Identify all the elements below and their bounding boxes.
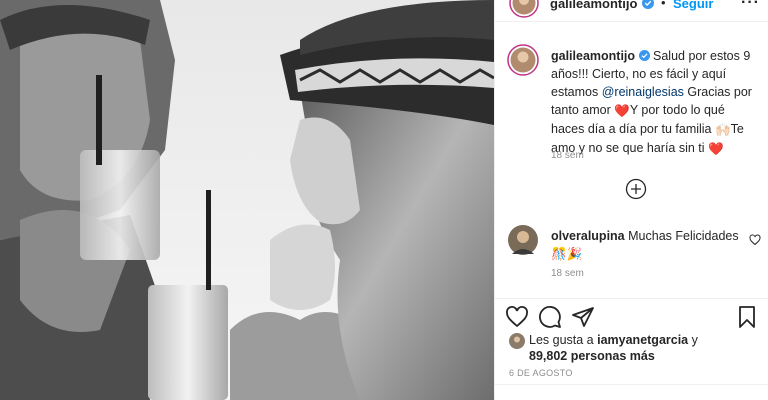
follow-button[interactable]: Seguir bbox=[673, 0, 713, 11]
heart-icon[interactable] bbox=[505, 305, 529, 329]
add-comment-area[interactable] bbox=[495, 384, 768, 400]
caption-mention-link[interactable]: @reinaiglesias bbox=[602, 85, 684, 99]
likes-count[interactable]: 89,802 personas más bbox=[529, 349, 655, 363]
post-header: galileamontijo • Seguir ··· bbox=[495, 0, 768, 22]
save-icon[interactable] bbox=[735, 305, 759, 329]
caption-text: galileamontijo Salud por estos 9 años!!!… bbox=[551, 47, 761, 158]
likes-summary: Les gusta a iamyanetgarcia y 89,802 pers… bbox=[495, 330, 768, 364]
comment-icon[interactable] bbox=[538, 305, 562, 329]
commenter-username[interactable]: olveralupina bbox=[551, 229, 625, 243]
load-more-icon[interactable] bbox=[625, 178, 647, 200]
comments-section: galileamontijo Salud por estos 9 años!!!… bbox=[495, 22, 768, 298]
more-options-icon[interactable]: ··· bbox=[741, 0, 760, 12]
comment-body: Muchas Felicidades bbox=[628, 229, 739, 243]
author-username[interactable]: galileamontijo bbox=[550, 0, 637, 11]
post-date[interactable]: 6 DE AGOSTO bbox=[509, 368, 573, 378]
like-comment-heart-icon[interactable] bbox=[749, 234, 761, 246]
likes-line-1: Les gusta a iamyanetgarcia y bbox=[529, 333, 698, 347]
caption-username[interactable]: galileamontijo bbox=[551, 49, 635, 63]
post-photo[interactable] bbox=[0, 0, 494, 400]
verified-badge-icon bbox=[638, 50, 650, 61]
commenter-avatar[interactable] bbox=[507, 224, 539, 256]
raised-hands-emoji: 🙌🏻 bbox=[714, 123, 731, 137]
header-separator: • bbox=[661, 0, 666, 10]
caption-timestamp[interactable]: 18 sem bbox=[551, 150, 584, 161]
likes-conj: y bbox=[688, 333, 698, 347]
post-details-panel: galileamontijo • Seguir ··· galileamonti… bbox=[494, 0, 768, 400]
heart-emoji: ❤️ bbox=[614, 104, 630, 118]
heart-emoji: ❤️ bbox=[708, 142, 724, 156]
author-avatar[interactable] bbox=[509, 0, 539, 18]
liker-username[interactable]: iamyanetgarcia bbox=[597, 333, 688, 347]
action-bar bbox=[495, 298, 768, 334]
post-photo-image bbox=[0, 0, 494, 400]
comment-timestamp[interactable]: 18 sem bbox=[551, 268, 584, 279]
caption-author-avatar[interactable] bbox=[507, 44, 539, 76]
verified-badge-icon bbox=[642, 0, 654, 9]
comment-text: olveralupina Muchas Felicidades 🎊🎉 bbox=[551, 227, 741, 263]
share-icon[interactable] bbox=[571, 305, 595, 329]
likes-line-2: 89,802 personas más bbox=[529, 349, 655, 363]
likes-prefix: Les gusta a bbox=[529, 333, 598, 347]
liker-avatar[interactable] bbox=[509, 333, 525, 349]
party-emoji: 🎊🎉 bbox=[551, 247, 583, 261]
